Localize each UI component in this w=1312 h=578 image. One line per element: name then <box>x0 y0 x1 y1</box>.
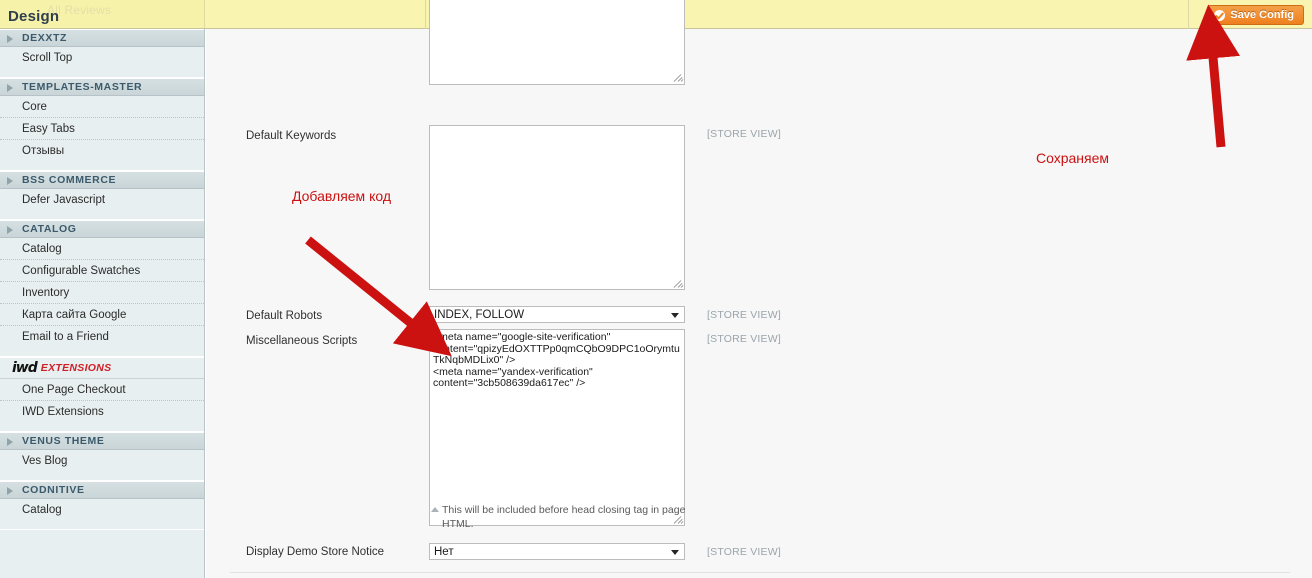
sidebar-item-label: One Page Checkout <box>22 383 126 396</box>
sidebar-group-items: Ves Blog <box>0 450 204 480</box>
config-sidebar[interactable]: DEXXTZ Scroll Top TEMPLATES-MASTER Core Easy… <box>0 29 205 578</box>
sidebar-item-label: Отзывы <box>22 145 65 157</box>
sidebar-item-email-to-a-friend[interactable]: Email to a Friend <box>0 326 204 348</box>
sidebar-group-items: Core Easy Tabs Отзывы <box>0 96 204 170</box>
sidebar-item-label: Configurable Swatches <box>22 264 141 277</box>
triangle-right-icon <box>7 226 13 234</box>
miscellaneous-scripts-hint: This will be included before head closin… <box>431 503 692 531</box>
default-keywords-textarea[interactable] <box>429 125 685 290</box>
sidebar-item-easy-tabs[interactable]: Easy Tabs <box>0 118 204 140</box>
sidebar-group-header-iwd-extensions[interactable]: iwd EXTENSIONS <box>0 357 204 379</box>
sidebar-group-items: Catalog Configurable Swatches Inventory Кар… <box>0 238 204 356</box>
sidebar-group-header-dexxtz[interactable]: DEXXTZ <box>0 29 204 47</box>
sidebar-group-label: CODNITIVE <box>22 484 85 496</box>
sidebar-group-label: BSS COMMERCE <box>22 174 117 186</box>
header-divider-1 <box>425 0 426 29</box>
sidebar-group-label: CATALOG <box>22 223 77 235</box>
chevron-down-icon <box>671 550 679 555</box>
sidebar-group: DEXXTZ Scroll Top <box>0 29 204 78</box>
sidebar-group-header-catalog[interactable]: CATALOG <box>0 220 204 238</box>
miscellaneous-scripts-label: Miscellaneous Scripts <box>246 335 358 347</box>
header-divider-2 <box>1188 0 1189 29</box>
sidebar-item-label: Scroll Top <box>22 52 73 64</box>
check-circle-icon <box>1214 9 1226 21</box>
miscellaneous-scripts-scope: [STORE VIEW] <box>707 333 781 345</box>
sidebar-group-header-venus-theme[interactable]: VENUS THEME <box>0 432 204 450</box>
sidebar-item-scroll-top[interactable]: Scroll Top <box>0 47 204 69</box>
sidebar-group-items: One Page Checkout IWD Extensions <box>0 379 204 431</box>
sidebar-item-label: Easy Tabs <box>22 122 75 135</box>
sidebar-group-label: TEMPLATES-MASTER <box>22 81 143 93</box>
sidebar-item-inventory[interactable]: Inventory <box>0 282 204 304</box>
default-robots-scope: [STORE VIEW] <box>707 309 781 321</box>
sidebar-group-label: DEXXTZ <box>22 32 68 44</box>
sidebar-group: iwd EXTENSIONS One Page Checkout IWD Extens… <box>0 357 204 432</box>
chevron-down-icon <box>671 313 679 318</box>
sidebar-item-label: Core <box>22 100 47 113</box>
sidebar-group-header-templates-master[interactable]: TEMPLATES-MASTER <box>0 78 204 96</box>
default-robots-select[interactable]: INDEX, FOLLOW <box>429 306 685 323</box>
sidebar-item-ves-blog[interactable]: Ves Blog <box>0 450 204 472</box>
display-demo-store-notice-select[interactable]: Нет <box>429 543 685 560</box>
default-keywords-scope: [STORE VIEW] <box>707 128 781 140</box>
miscellaneous-scripts-hint-text: This will be included before head closin… <box>442 504 686 530</box>
sidebar-group-label: VENUS THEME <box>22 435 105 447</box>
triangle-up-icon <box>431 507 439 512</box>
sidebar-group: CATALOG Catalog Configurable Swatches Inven… <box>0 220 204 357</box>
sidebar-item-iwd-extensions[interactable]: IWD Extensions <box>0 401 204 423</box>
default-description-textarea[interactable] <box>429 0 685 85</box>
sidebar-item-catalog[interactable]: Catalog <box>0 238 204 260</box>
sidebar-group-items: Scroll Top <box>0 47 204 77</box>
sidebar-item-defer-javascript[interactable]: Defer Javascript <box>0 189 204 211</box>
sidebar-item-карта-сайта-google[interactable]: Карта сайта Google <box>0 304 204 326</box>
sidebar-item-configurable-swatches[interactable]: Configurable Swatches <box>0 260 204 282</box>
save-annotation: Сохраняем <box>1036 150 1110 166</box>
sidebar-group: CODNITIVE Catalog <box>0 481 204 530</box>
sidebar-item-label: Inventory <box>22 286 70 299</box>
sidebar-item-label: IWD Extensions <box>22 406 104 418</box>
sidebar-group: VENUS THEME Ves Blog <box>0 432 204 481</box>
sidebar-group-header-codnitive[interactable]: CODNITIVE <box>0 481 204 499</box>
display-demo-store-notice-scope: [STORE VIEW] <box>707 546 781 558</box>
default-robots-value: INDEX, FOLLOW <box>434 308 525 321</box>
sidebar-group: BSS COMMERCE Defer Javascript <box>0 171 204 220</box>
sidebar-group-items: Catalog <box>0 499 204 529</box>
sidebar-group: TEMPLATES-MASTER Core Easy Tabs Отзывы <box>0 78 204 171</box>
screen-root: All Reviews Design Save Config DEXXTZ Scr… <box>0 0 1312 578</box>
sidebar-item-one-page-checkout[interactable]: One Page Checkout <box>0 379 204 401</box>
display-demo-store-notice-label: Display Demo Store Notice <box>246 546 385 558</box>
save-config-label: Save Config <box>1230 9 1294 21</box>
iwd-logo-mark: iwd <box>12 360 38 376</box>
sidebar-item-label: Email to a Friend <box>22 331 109 343</box>
triangle-right-icon <box>7 84 13 92</box>
sidebar-item-label: Catalog <box>22 504 62 516</box>
triangle-right-icon <box>7 487 13 495</box>
sidebar-item-core[interactable]: Core <box>0 96 204 118</box>
row-divider <box>230 572 1290 573</box>
sidebar-group-items: Defer Javascript <box>0 189 204 219</box>
triangle-right-icon <box>7 35 13 43</box>
sidebar-item-catalog[interactable]: Catalog <box>0 499 204 521</box>
sidebar-item-label: Ves Blog <box>22 455 68 467</box>
triangle-right-icon <box>7 438 13 446</box>
miscellaneous-scripts-textarea[interactable] <box>429 329 685 526</box>
main-content: Default Keywords [STORE VIEW] Default Ro… <box>206 0 1312 578</box>
iwd-logo-text: EXTENSIONS <box>40 362 112 374</box>
default-keywords-label: Default Keywords <box>246 130 337 142</box>
sidebar-group-header-bss-commerce[interactable]: BSS COMMERCE <box>0 171 204 189</box>
sidebar-item-label: Catalog <box>22 242 62 255</box>
add-code-annotation: Добавляем код <box>292 188 392 204</box>
default-robots-label: Default Robots <box>246 310 323 322</box>
sidebar-item-отзывы[interactable]: Отзывы <box>0 140 204 162</box>
sidebar-item-label: Defer Javascript <box>22 194 106 206</box>
triangle-right-icon <box>7 177 13 185</box>
sidebar-item-label: Карта сайта Google <box>22 308 127 321</box>
page-title: Design <box>8 8 60 25</box>
display-demo-store-notice-value: Нет <box>434 545 454 558</box>
save-config-button[interactable]: Save Config <box>1207 5 1304 25</box>
